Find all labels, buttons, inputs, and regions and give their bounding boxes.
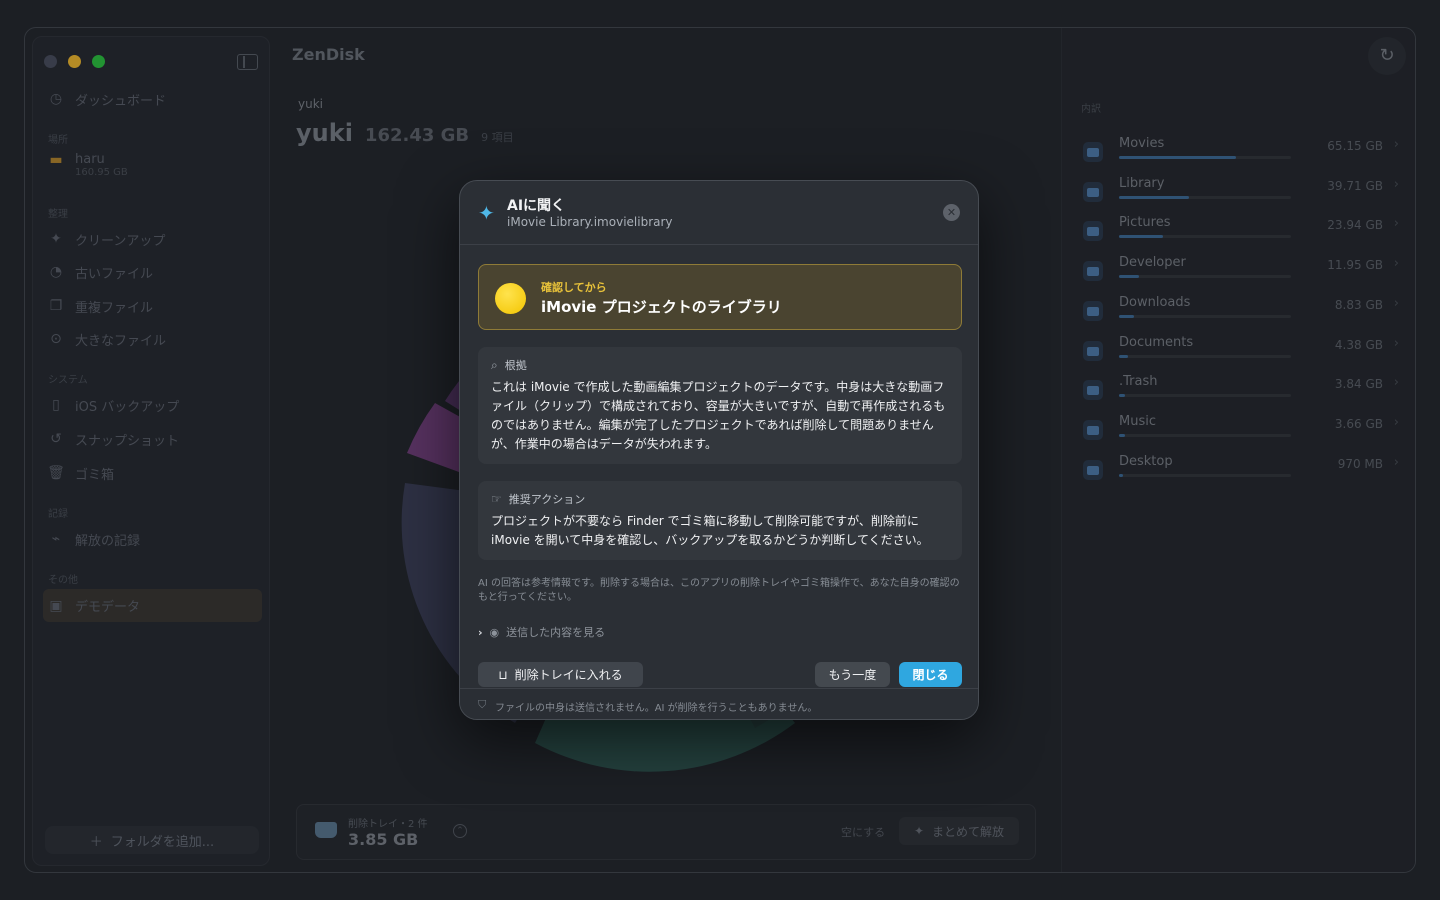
verdict-tag: 確認してから [541, 281, 607, 294]
hand-pointer-icon: ☞ [491, 492, 502, 506]
tray-icon: ⊔ [498, 667, 508, 682]
retry-button[interactable]: もう一度 [815, 662, 890, 687]
sparkle-icon: ✦ [478, 201, 495, 225]
magnifier-icon: ⌕ [491, 357, 498, 372]
privacy-note: ファイルの中身は送信されません。AI が削除を行うこともありません。 [495, 703, 818, 714]
dialog-header: ✦ AIに聞く iMovie Library.imovielibrary ✕ [460, 181, 978, 245]
ask-ai-dialog: ✦ AIに聞く iMovie Library.imovielibrary ✕ 確… [459, 180, 979, 720]
close-icon[interactable]: ✕ [943, 204, 960, 221]
verdict-banner: 確認してから iMovie プロジェクトのライブラリ [478, 264, 962, 330]
action-card: ☞ 推奨アクション プロジェクトが不要なら Finder でゴミ箱に移動して削除… [478, 481, 962, 560]
add-to-tray-button[interactable]: ⊔ 削除トレイに入れる [478, 662, 643, 687]
reason-card: ⌕ 根拠 これは iMovie で作成した動画編集プロジェクトのデータです。中身… [478, 347, 962, 464]
dialog-subtitle: iMovie Library.imovielibrary [507, 215, 673, 229]
show-sent-content-toggle[interactable]: › ◉ 送信した内容を見る [478, 624, 605, 640]
close-button[interactable]: 閉じる [899, 662, 962, 687]
shield-icon: ⛉ [478, 698, 487, 711]
dialog-footer: ⛉ ファイルの中身は送信されません。AI が削除を行うこともありません。 [460, 688, 978, 719]
chevron-right-icon: › [478, 625, 483, 639]
action-heading: 推奨アクション [508, 493, 586, 506]
caution-dot-icon [495, 283, 526, 314]
ai-disclaimer: AI の回答は参考情報です。削除する場合は、このアプリの削除トレイやゴミ箱操作で… [478, 578, 960, 603]
reason-heading: 根拠 [504, 359, 527, 372]
eye-icon: ◉ [489, 625, 500, 639]
action-body: プロジェクトが不要なら Finder でゴミ箱に移動して削除可能ですが、削除前に… [491, 514, 929, 547]
reason-body: これは iMovie で作成した動画編集プロジェクトのデータです。中身は大きな動… [491, 380, 946, 451]
verdict-title: iMovie プロジェクトのライブラリ [541, 298, 782, 316]
dialog-title: AIに聞く [507, 198, 566, 214]
